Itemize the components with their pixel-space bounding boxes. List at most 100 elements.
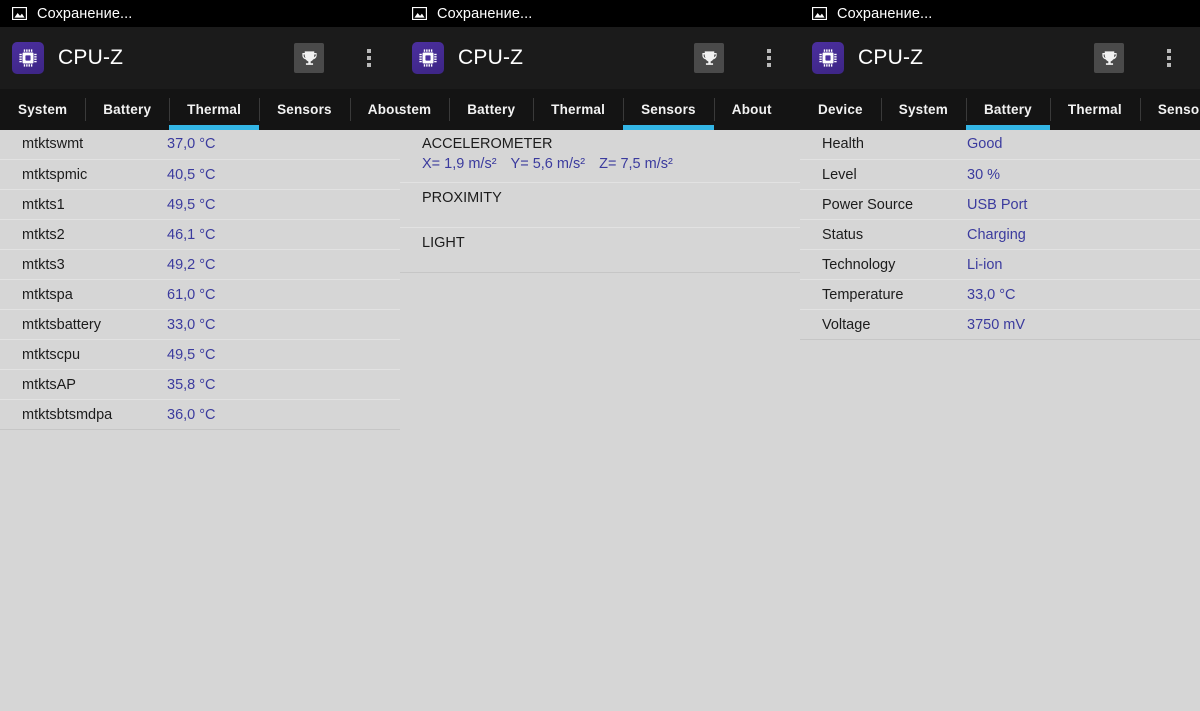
- row-label: mtktsbtsmdpa: [22, 406, 113, 423]
- row-label: mtkts3: [22, 256, 65, 273]
- table-row[interactable]: Temperature 33,0 °C: [800, 279, 1200, 310]
- tab-about[interactable]: About: [349, 89, 400, 130]
- tab-active-underline: [449, 125, 533, 130]
- tab-label: Sensors: [1157, 102, 1200, 117]
- tab-thermal[interactable]: Thermal: [169, 89, 260, 130]
- tab-label: Thermal: [187, 102, 242, 117]
- status-bar-text: Сохранение...: [37, 5, 133, 22]
- tab-active-underline: [400, 125, 449, 130]
- row-label: Technology: [822, 256, 896, 273]
- sensor-name: PROXIMITY: [422, 190, 502, 206]
- overflow-dot: [367, 63, 371, 67]
- sensor-row[interactable]: ACCELEROMETER X= 1,9 m/s² Y= 5,6 m/s² Z= 7,…: [400, 129, 800, 183]
- tab-active-underline: [881, 125, 966, 130]
- table-row[interactable]: Technology Li-ion: [800, 249, 1200, 280]
- tab-system[interactable]: System: [880, 89, 966, 130]
- table-row[interactable]: mtktsAP 35,8 °C: [0, 369, 400, 400]
- tab-system[interactable]: System: [0, 89, 85, 130]
- sensor-axis-value: Y= 5,6 m/s²: [510, 156, 586, 172]
- overflow-dot: [767, 63, 771, 67]
- action-bar: CPU-Z: [0, 27, 400, 89]
- tab-active-underline: [85, 125, 169, 130]
- overflow-dot: [1167, 56, 1171, 60]
- table-row[interactable]: mtktsbattery 33,0 °C: [0, 309, 400, 340]
- row-value: 49,5 °C: [167, 196, 216, 213]
- screenshot-composite: Сохранение... CPU-Z System Battery Thermal Se…: [0, 0, 1200, 711]
- tab-label: Battery: [103, 102, 152, 117]
- row-value: 35,8 °C: [167, 376, 216, 393]
- overflow-menu-icon[interactable]: [752, 39, 786, 77]
- tab-active-underline: [965, 125, 1050, 130]
- sensor-row[interactable]: PROXIMITY: [400, 182, 800, 228]
- overflow-dot: [367, 56, 371, 60]
- table-row[interactable]: Health Good: [800, 129, 1200, 160]
- table-row[interactable]: mtkts1 49,5 °C: [0, 189, 400, 220]
- tab-label: Thermal: [1067, 102, 1122, 117]
- tab-label: Device: [818, 102, 863, 117]
- row-value: 33,0 °C: [167, 316, 216, 333]
- trophy-icon[interactable]: [1094, 43, 1124, 73]
- row-value: 37,0 °C: [167, 136, 216, 152]
- table-row[interactable]: Level 30 %: [800, 159, 1200, 190]
- row-value: Li-ion: [967, 256, 1003, 273]
- row-value: Charging: [967, 226, 1026, 243]
- table-row[interactable]: mtktswmt 37,0 °C: [0, 129, 400, 160]
- tab-label: Battery: [467, 102, 516, 117]
- row-value: 46,1 °C: [167, 226, 216, 243]
- sensor-name: LIGHT: [422, 235, 465, 251]
- tab-sensors[interactable]: Sensors: [623, 89, 714, 130]
- table-row[interactable]: Status Charging: [800, 219, 1200, 250]
- row-label: Power Source: [822, 196, 914, 213]
- overflow-menu-icon[interactable]: [352, 39, 386, 77]
- sensor-values: X= 1,9 m/s² Y= 5,6 m/s² Z= 7,5 m/s²: [422, 154, 800, 175]
- overflow-dot: [1167, 63, 1171, 67]
- table-row[interactable]: Power Source USB Port: [800, 189, 1200, 220]
- row-value: 40,5 °C: [167, 166, 216, 183]
- table-row[interactable]: mtktspa 61,0 °C: [0, 279, 400, 310]
- tab-thermal[interactable]: Thermal: [533, 89, 623, 130]
- action-bar: CPU-Z: [800, 27, 1200, 89]
- tab-battery[interactable]: Battery: [965, 89, 1050, 130]
- picture-icon: [812, 7, 827, 20]
- tab-bar: System Battery Thermal Sensors About: [0, 89, 400, 130]
- tab-about[interactable]: About: [713, 89, 790, 130]
- tab-battery[interactable]: Battery: [85, 89, 169, 130]
- row-label: mtktspmic: [22, 166, 88, 183]
- row-value: 49,5 °C: [167, 346, 216, 363]
- tab-sensors[interactable]: Sensors: [259, 89, 350, 130]
- tab-label: About: [731, 102, 772, 117]
- sensor-axis-value: X= 1,9 m/s²: [422, 156, 497, 172]
- table-row[interactable]: Voltage 3750 mV: [800, 309, 1200, 340]
- trophy-icon[interactable]: [694, 43, 724, 73]
- row-label: mtkts1: [22, 196, 65, 213]
- panel-sensors: Сохранение... CPU-Z System Battery Thermal Se…: [400, 0, 800, 711]
- table-row[interactable]: mtktscpu 49,5 °C: [0, 339, 400, 370]
- table-row[interactable]: mtktsbtsmdpa 36,0 °C: [0, 399, 400, 430]
- table-row[interactable]: mtkts3 49,2 °C: [0, 249, 400, 280]
- sensor-row[interactable]: LIGHT: [400, 227, 800, 273]
- tab-label: Battery: [983, 102, 1032, 117]
- tab-label: Thermal: [551, 102, 606, 117]
- row-value: 61,0 °C: [167, 286, 216, 303]
- tab-battery[interactable]: Battery: [449, 89, 533, 130]
- tab-label: About: [367, 102, 400, 117]
- tab-label: System: [400, 102, 432, 117]
- table-row[interactable]: mtkts2 46,1 °C: [0, 219, 400, 250]
- tab-active-underline: [0, 125, 85, 130]
- tab-thermal[interactable]: Thermal: [1049, 89, 1140, 130]
- trophy-icon[interactable]: [294, 43, 324, 73]
- tab-active-underline: [169, 125, 260, 130]
- tab-bar: Device System Battery Thermal Sensors: [800, 89, 1200, 130]
- row-value: 3750 mV: [967, 316, 1026, 333]
- row-label: mtktspa: [22, 286, 73, 303]
- tab-sensors[interactable]: Sensors: [1139, 89, 1200, 130]
- row-label: Health: [822, 136, 864, 152]
- action-bar: CPU-Z: [400, 27, 800, 89]
- overflow-menu-icon[interactable]: [1152, 39, 1186, 77]
- table-row[interactable]: mtktspmic 40,5 °C: [0, 159, 400, 190]
- tab-label: System: [898, 102, 948, 117]
- tab-system[interactable]: System: [400, 89, 449, 130]
- panel-battery: Сохранение... CPU-Z Device System Battery The…: [800, 0, 1200, 711]
- tab-device[interactable]: Device: [800, 89, 881, 130]
- status-bar-text: Сохранение...: [837, 5, 933, 22]
